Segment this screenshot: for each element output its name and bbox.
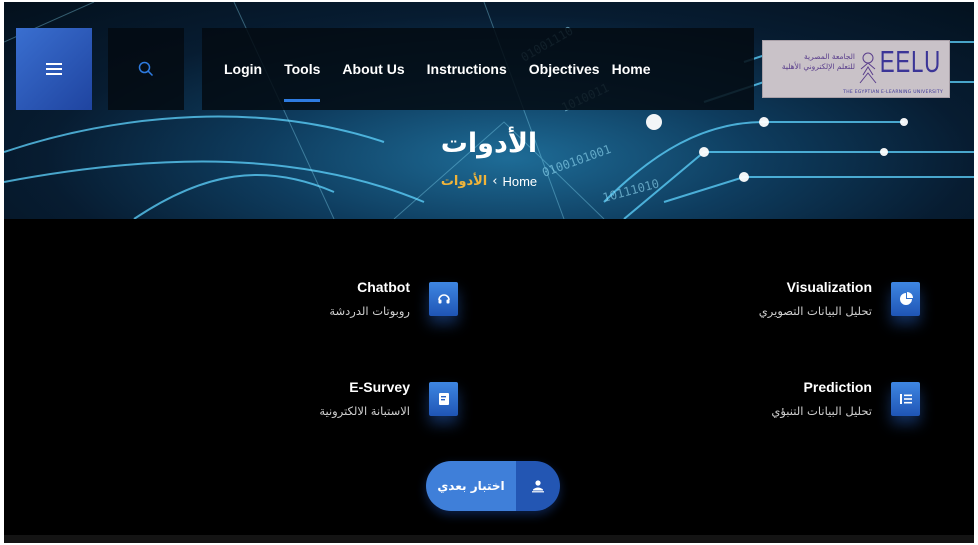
breadcrumb: الأدوات ‹ Home <box>4 174 974 189</box>
search-button[interactable] <box>108 28 184 110</box>
tool-visualization[interactable]: Visualization تحليل البيانات التصويري <box>620 279 920 339</box>
tool-icon-box <box>429 282 458 316</box>
tool-subtitle: تحليل البيانات التنبؤي <box>771 404 872 418</box>
tool-subtitle: الاستبانة الالكترونية <box>319 404 410 418</box>
tool-chatbot[interactable]: Chatbot روبوتات الدردشة <box>158 279 458 339</box>
nav-about-us[interactable]: About Us <box>342 61 404 77</box>
document-icon <box>438 393 449 405</box>
nav-login[interactable]: Login <box>224 61 262 77</box>
user-test-icon <box>532 480 544 493</box>
main-nav: Login Tools About Us Instructions Object… <box>202 28 754 110</box>
pie-chart-icon <box>899 292 913 305</box>
university-logo[interactable]: الجامعة المصرية للتعلم الإلكتروني الأهلي… <box>762 40 950 98</box>
cta-icon-box <box>516 461 560 511</box>
tool-icon-box <box>429 382 458 416</box>
tool-title: E-Survey <box>349 379 410 395</box>
tool-title: Visualization <box>786 279 872 295</box>
tool-icon-box <box>891 382 920 416</box>
tool-e-survey[interactable]: E-Survey الاستبانة الالكترونية <box>158 379 458 439</box>
tool-icon-box <box>891 282 920 316</box>
breadcrumb-current: الأدوات <box>440 174 488 189</box>
nav-objectives[interactable]: Objectives <box>529 61 600 77</box>
tools-section: Visualization تحليل البيانات التصويري Ch… <box>4 219 974 543</box>
tool-title: Chatbot <box>357 279 410 295</box>
logo-mark-icon <box>859 52 877 84</box>
hamburger-menu-icon <box>46 63 62 75</box>
nav-instructions[interactable]: Instructions <box>427 61 507 77</box>
tool-title: Prediction <box>803 379 872 395</box>
post-test-button[interactable]: اختبار بعدي <box>426 461 560 511</box>
nav-tools[interactable]: Tools <box>284 61 321 102</box>
logo-abbreviation: EELU <box>879 44 941 79</box>
page-title: الأدوات <box>440 128 538 160</box>
tool-subtitle: تحليل البيانات التصويري <box>758 304 872 318</box>
list-icon <box>899 394 912 404</box>
breadcrumb-separator-icon: ‹ <box>492 174 498 189</box>
breadcrumb-home-link[interactable]: Home <box>502 174 537 189</box>
logo-arabic-line2: للتعلم الإلكتروني الأهلية <box>781 62 855 71</box>
hero-banner: 01001110 1010011 0100101001 10111010 Log… <box>4 2 974 219</box>
logo-arabic-name: الجامعة المصرية للتعلم الإلكتروني الأهلي… <box>769 52 855 72</box>
post-test-label: اختبار بعدي <box>426 461 516 511</box>
logo-arabic-line1: الجامعة المصرية <box>804 52 855 61</box>
search-icon <box>138 61 154 77</box>
page-frame: 01001110 1010011 0100101001 10111010 Log… <box>4 2 974 543</box>
tool-subtitle: روبوتات الدردشة <box>329 304 410 318</box>
tool-prediction[interactable]: Prediction تحليل البيانات التنبؤي <box>620 379 920 439</box>
logo-english-name: THE EGYPTIAN E-LEARNING UNIVERSITY <box>843 90 943 95</box>
footer-strip <box>4 535 974 543</box>
headset-icon <box>437 294 450 304</box>
nav-home[interactable]: Home <box>612 61 651 77</box>
menu-button[interactable] <box>16 28 92 110</box>
